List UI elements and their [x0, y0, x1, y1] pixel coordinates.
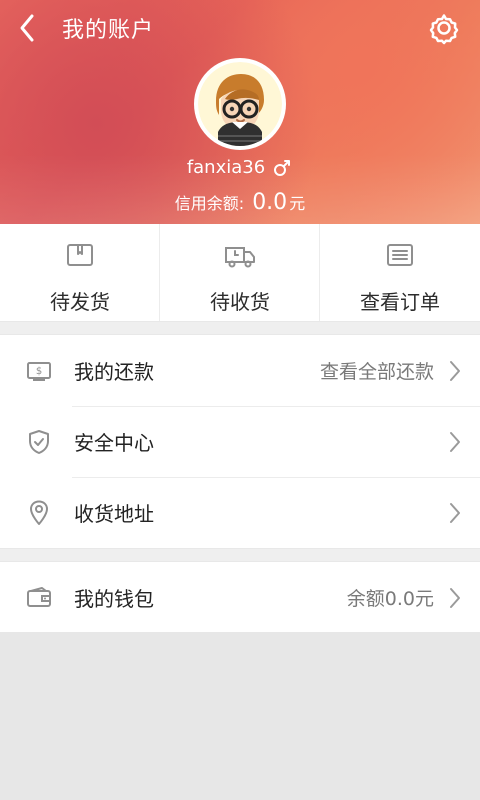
security-center-row[interactable]: 安全中心: [0, 406, 480, 477]
profile-block: fanxia36 信用余额: 0.0 元: [0, 58, 480, 215]
shipping-address-row[interactable]: 收货地址: [0, 477, 480, 548]
chevron-right-icon: [448, 501, 462, 525]
wallet-balance-hint: 余额0.0元: [346, 588, 434, 610]
shield-icon: [24, 427, 54, 457]
security-center-label: 安全中心: [74, 431, 154, 455]
avatar[interactable]: [194, 58, 286, 150]
back-button[interactable]: [18, 8, 50, 48]
order-actions: 待发货 待收货 查看订单: [0, 224, 480, 322]
shipping-address-right: [448, 501, 462, 525]
credit-unit: 元: [289, 194, 306, 213]
wallet-icon: [24, 583, 54, 613]
male-gender-icon: [271, 157, 293, 179]
credit-balance-row: 信用余额: 0.0 元: [0, 190, 480, 215]
wallet-right: 余额0.0元: [347, 584, 462, 611]
shipping-address-label: 收货地址: [74, 502, 154, 526]
package-icon: [62, 238, 98, 274]
back-icon: [20, 14, 34, 42]
empty-background-area: [0, 632, 480, 800]
page-title: 我的账户: [62, 18, 155, 43]
chevron-right-icon: [448, 586, 462, 610]
svg-text:$: $: [36, 366, 42, 377]
repayment-icon: $: [24, 356, 54, 386]
pending-shipment-label: 待发货: [50, 290, 110, 314]
repayment-row[interactable]: $ 我的还款 查看全部还款: [0, 335, 480, 406]
credit-value: 0.0: [252, 190, 288, 215]
location-icon: [24, 498, 54, 528]
wallet-row[interactable]: 我的钱包 余额0.0元: [0, 562, 480, 633]
username-row: fanxia36: [0, 156, 480, 180]
view-orders-action[interactable]: 查看订单: [320, 224, 480, 321]
wallet-list: 我的钱包 余额0.0元: [0, 561, 480, 634]
pending-shipment-action[interactable]: 待发货: [0, 224, 160, 321]
order-list-icon: [382, 238, 418, 274]
chevron-right-icon: [448, 359, 462, 383]
credit-label: 信用余额:: [174, 194, 245, 213]
security-center-right: [448, 430, 462, 454]
settings-button[interactable]: [422, 6, 466, 50]
view-orders-label: 查看订单: [360, 290, 440, 314]
username: fanxia36: [186, 157, 266, 178]
truck-icon: [222, 238, 258, 274]
top-bar: 我的账户: [0, 0, 480, 56]
avatar-illustration-icon: [198, 62, 282, 146]
repayment-label: 我的还款: [74, 360, 154, 384]
repayment-right: 查看全部还款: [320, 357, 462, 384]
account-menu-list: $ 我的还款 查看全部还款 安全中心 收货地址: [0, 334, 480, 549]
gear-icon: [429, 14, 459, 45]
pending-receipt-label: 待收货: [210, 290, 270, 314]
chevron-right-icon: [448, 430, 462, 454]
app-root: 我的账户 fanxia36 信用余额: 0.0 元 待发货 待收货 查看订单 $…: [0, 0, 480, 800]
wallet-label: 我的钱包: [74, 587, 154, 611]
pending-receipt-action[interactable]: 待收货: [160, 224, 320, 321]
repayment-hint: 查看全部还款: [319, 361, 434, 383]
account-header: 我的账户 fanxia36 信用余额: 0.0 元: [0, 0, 480, 224]
